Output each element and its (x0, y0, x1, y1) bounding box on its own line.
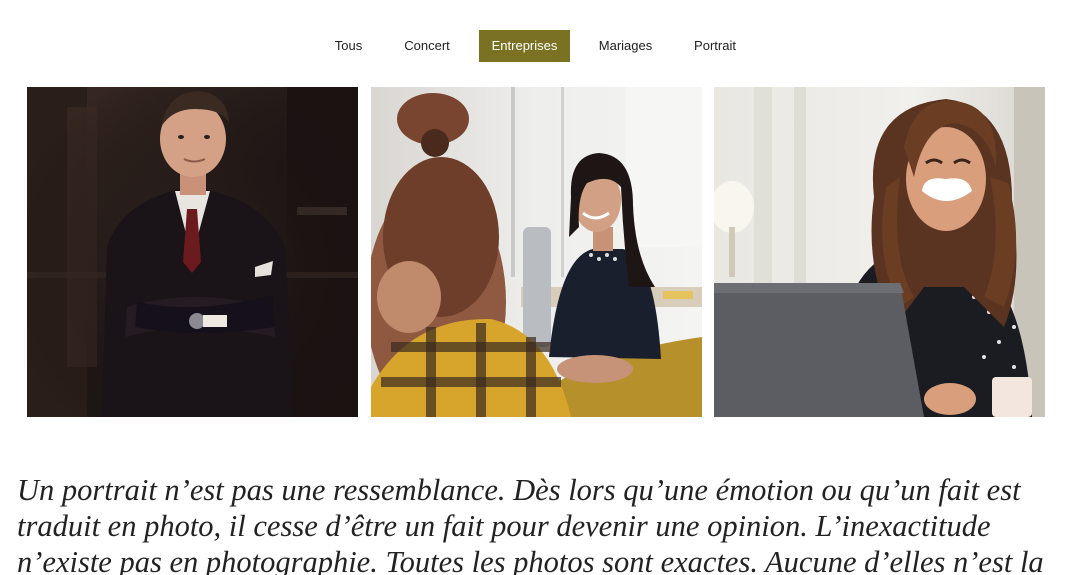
gallery-photo-office-meeting[interactable] (371, 87, 702, 417)
filter-tab-mariages[interactable]: Mariages (587, 30, 664, 62)
gallery-photo-man-in-suit[interactable] (27, 87, 358, 417)
photo-gallery (27, 87, 1045, 417)
quote-line: n’existe pas en photographie. Toutes les… (17, 545, 1044, 575)
office-meeting-photo (371, 87, 702, 417)
gallery-photo-laughing-woman[interactable] (714, 87, 1045, 417)
filter-tab-tous[interactable]: Tous (322, 30, 375, 62)
quote-line: Un portrait n’est pas une ressemblance. … (17, 473, 1021, 507)
portfolio-filter-bar: Tous Concert Entreprises Mariages Portra… (0, 30, 1090, 62)
laughing-woman-laptop-photo (714, 87, 1045, 417)
filter-tab-entreprises[interactable]: Entreprises (479, 30, 570, 62)
filter-tab-concert[interactable]: Concert (392, 30, 462, 62)
man-in-suit-photo (27, 87, 358, 417)
filter-tab-portrait[interactable]: Portrait (681, 30, 749, 62)
photography-quote: Un portrait n’est pas une ressemblance. … (17, 472, 1077, 575)
quote-line: traduit en photo, il cesse d’être un fai… (17, 509, 991, 543)
